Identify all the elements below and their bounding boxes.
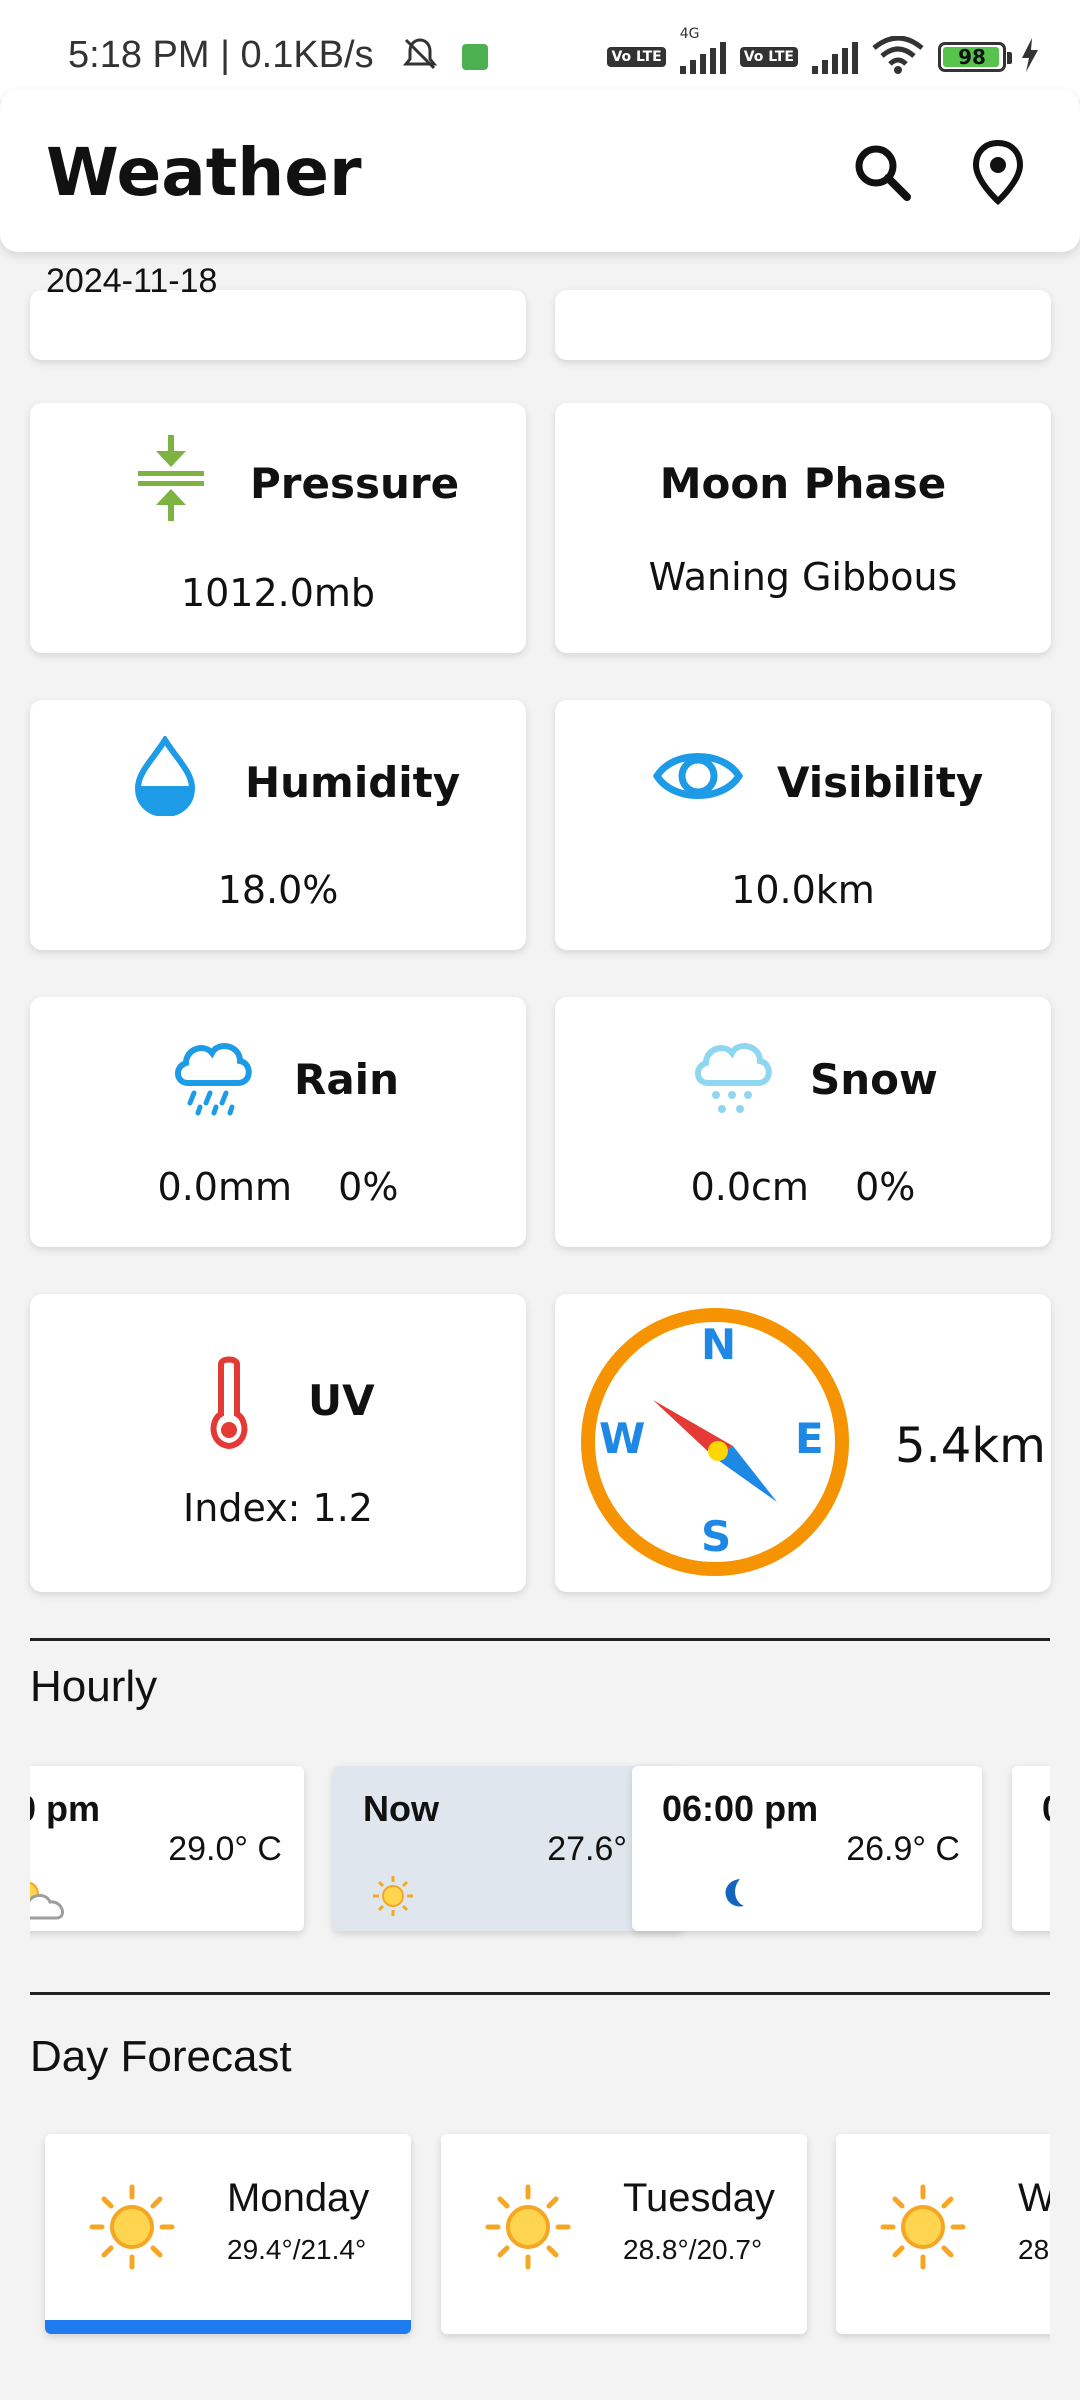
day-temps: 29.4°/21.4° bbox=[227, 2234, 367, 2265]
forecast-date: 2024-11-18 bbox=[46, 262, 218, 300]
pressure-value: 1012.0mb bbox=[180, 571, 376, 615]
app-title: Weather bbox=[46, 134, 362, 211]
visibility-card: Visibility 10.0km bbox=[555, 700, 1051, 950]
signal-icon: 4G bbox=[679, 26, 726, 74]
sun-icon bbox=[371, 1874, 415, 1922]
humidity-title: Humidity bbox=[245, 758, 461, 807]
selected-indicator bbox=[45, 2320, 411, 2334]
location-button[interactable] bbox=[958, 134, 1038, 214]
partly-cloudy-icon bbox=[30, 1874, 76, 1930]
humidity-card: Humidity 18.0% bbox=[30, 700, 526, 950]
compass-west-label: W bbox=[599, 1414, 646, 1463]
day-forecast-title: Day Forecast bbox=[30, 2032, 292, 2081]
visibility-title: Visibility bbox=[777, 758, 984, 807]
rain-chance: 0% bbox=[338, 1165, 399, 1209]
hourly-time: 06:00 pm bbox=[662, 1788, 819, 1829]
search-icon bbox=[851, 141, 913, 207]
hourly-item[interactable]: :00 pm 29.0° C bbox=[30, 1766, 304, 1931]
day-forecast-item-active[interactable]: Monday 29.4°/21.4° bbox=[45, 2134, 411, 2334]
snow-cloud-icon bbox=[690, 1033, 774, 1121]
hourly-item[interactable]: 0 bbox=[1012, 1766, 1050, 1931]
day-forecast-item[interactable]: Tuesday 28.8°/20.7° bbox=[441, 2134, 807, 2334]
snow-title: Snow bbox=[810, 1055, 938, 1104]
visibility-value: 10.0km bbox=[731, 868, 875, 912]
wifi-icon bbox=[872, 35, 924, 78]
day-name: W bbox=[1018, 2176, 1050, 2220]
hourly-divider bbox=[30, 1638, 1050, 1641]
moon-phase-value: Waning Gibbous bbox=[648, 555, 958, 599]
pressure-icon bbox=[136, 435, 206, 525]
snow-chance: 0% bbox=[855, 1165, 916, 1209]
hourly-temp: 26.9° C bbox=[846, 1830, 960, 1868]
hourly-title: Hourly bbox=[30, 1662, 158, 1711]
day-forecast-item[interactable]: W 28 bbox=[836, 2134, 1050, 2334]
volte-badge-2: Vo LTE bbox=[739, 47, 798, 67]
charging-icon bbox=[1020, 38, 1040, 76]
compass-north-label: N bbox=[701, 1320, 737, 1369]
sun-icon bbox=[485, 2184, 571, 2274]
network-type: 4G bbox=[679, 26, 700, 42]
status-bar: 5:18 PM | 0.1KB/s Vo LTE 4G Vo LTE 98 bbox=[0, 0, 1080, 100]
hourly-temp: 29.0° C bbox=[168, 1830, 282, 1868]
moon-phase-card: Moon Phase Waning Gibbous bbox=[555, 403, 1051, 653]
rain-title: Rain bbox=[294, 1055, 399, 1104]
day-forecast-list[interactable]: Monday 29.4°/21.4° Tuesday 28.8°/20.7° W… bbox=[30, 2120, 1050, 2350]
hourly-time: Now bbox=[363, 1788, 439, 1829]
day-temps: 28 bbox=[1018, 2234, 1050, 2265]
app-bar: Weather bbox=[0, 90, 1080, 252]
eye-icon bbox=[652, 744, 744, 812]
pressure-title: Pressure bbox=[250, 459, 460, 508]
battery-icon: 98 bbox=[938, 42, 1012, 72]
status-time: 5:18 PM | 0.1KB/s bbox=[68, 34, 374, 76]
rain-amount: 0.0mm bbox=[157, 1165, 292, 1209]
hourly-time: :00 pm bbox=[30, 1788, 101, 1829]
day-name: Monday bbox=[227, 2176, 370, 2220]
wind-value: 5.4km bbox=[895, 1418, 1046, 1474]
uv-title: UV bbox=[308, 1376, 375, 1425]
app-notification-icon bbox=[462, 44, 488, 70]
compass-east-label: E bbox=[795, 1414, 824, 1463]
snow-card: Snow 0.0cm 0% bbox=[555, 997, 1051, 1247]
day-temps: 28.8°/20.7° bbox=[623, 2234, 763, 2265]
pressure-card: Pressure 1012.0mb bbox=[30, 403, 526, 653]
compass-south-label: S bbox=[701, 1512, 732, 1561]
hourly-list[interactable]: :00 pm 29.0° C Now 27.6° C 06:00 pm 26.9… bbox=[30, 1758, 1050, 1958]
mute-icon bbox=[400, 34, 440, 78]
wind-card: N S W E 5.4km bbox=[555, 1294, 1051, 1592]
hourly-item-now[interactable]: Now 27.6° C bbox=[333, 1766, 683, 1931]
sun-icon bbox=[880, 2184, 966, 2274]
battery-level: 98 bbox=[958, 45, 986, 69]
humidity-value: 18.0% bbox=[217, 868, 339, 912]
hourly-item[interactable]: 06:00 pm 26.9° C bbox=[632, 1766, 982, 1931]
day-name: Tuesday bbox=[623, 2176, 775, 2220]
uv-card: UV Index: 1.2 bbox=[30, 1294, 526, 1592]
uv-value: Index: 1.2 bbox=[183, 1486, 373, 1530]
droplet-icon bbox=[130, 734, 200, 820]
moon-phase-title: Moon Phase bbox=[659, 459, 947, 508]
day-forecast-divider bbox=[30, 1992, 1050, 1995]
rain-card: Rain 0.0mm 0% bbox=[30, 997, 526, 1247]
sun-icon bbox=[89, 2184, 175, 2274]
snow-amount: 0.0cm bbox=[690, 1165, 809, 1209]
signal-icon-2 bbox=[812, 40, 858, 74]
hourly-time: 0 bbox=[1042, 1788, 1050, 1830]
search-button[interactable] bbox=[842, 134, 922, 214]
thermometer-icon bbox=[206, 1356, 252, 1454]
location-pin-icon bbox=[970, 139, 1026, 209]
sunrise-card bbox=[555, 290, 1051, 360]
moon-icon bbox=[720, 1876, 750, 1914]
volte-badge: Vo LTE bbox=[607, 47, 666, 67]
rain-cloud-icon bbox=[170, 1033, 254, 1121]
